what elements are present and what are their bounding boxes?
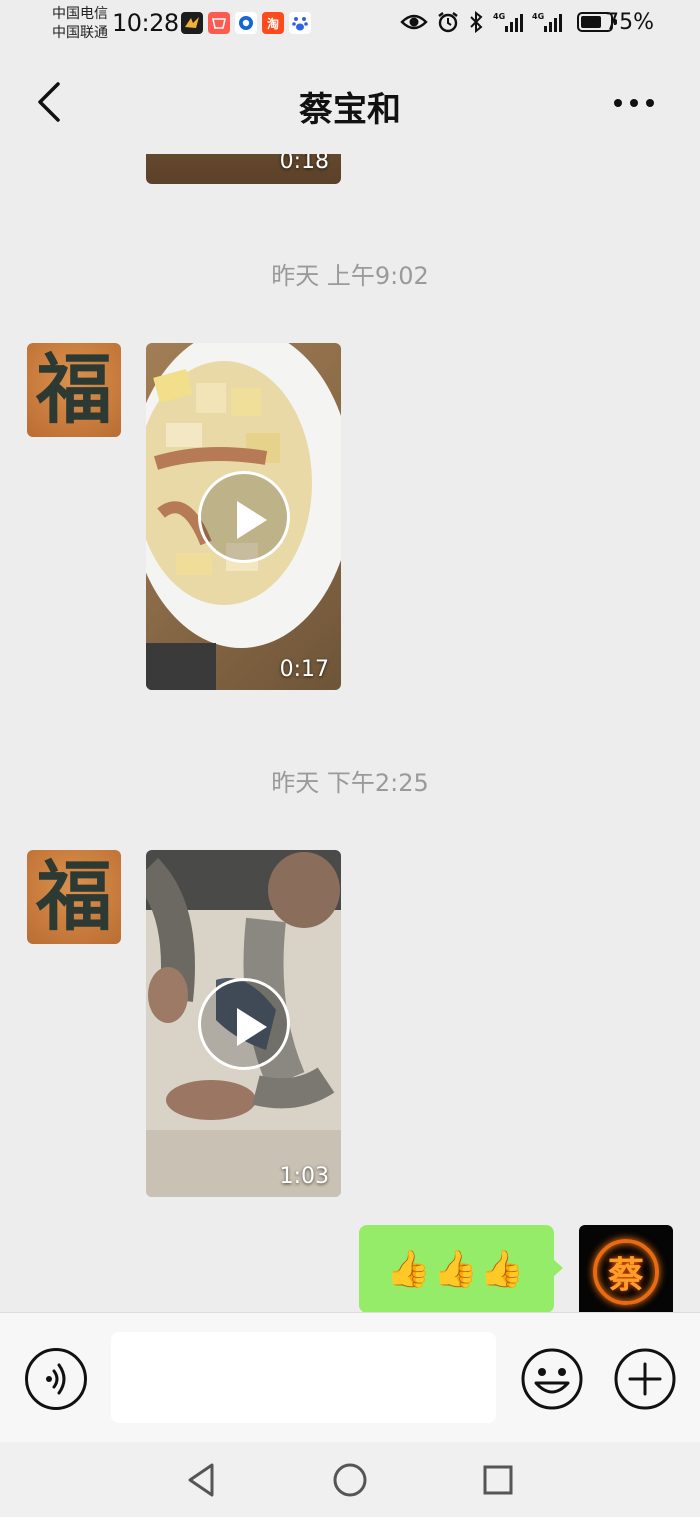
input-bar: [0, 1312, 700, 1442]
message-timestamp: 昨天 上午9:02: [271, 262, 429, 290]
video-message[interactable]: 0:17: [146, 343, 341, 690]
emoji-button[interactable]: [520, 1347, 584, 1411]
emoji-icon: [521, 1348, 583, 1410]
play-icon: [197, 470, 290, 563]
triangle-back-icon: [188, 1463, 214, 1497]
video-duration: 1:03: [279, 1164, 329, 1189]
carrier-names: 中国电信 中国联通: [52, 5, 108, 43]
message-timestamp: 昨天 下午2:25: [271, 769, 429, 797]
avatar-glyph: 蔡: [607, 1254, 644, 1296]
chat-title: 蔡宝和: [299, 90, 401, 130]
network-type-1: 4G: [493, 12, 506, 21]
plus-icon: [614, 1348, 676, 1410]
avatar-glyph: 福: [36, 345, 112, 434]
status-right-icons: 4G 4G: [400, 11, 617, 33]
circle-home-icon: [333, 1463, 367, 1497]
message-input[interactable]: [111, 1332, 496, 1423]
avatar-glyph: 福: [36, 852, 112, 941]
network-type-2: 4G: [532, 12, 545, 21]
message-list[interactable]: 0:18 昨天 上午9:02 福 0:17 昨天 下午2:25 福 1:03 👍…: [0, 154, 700, 1312]
battery-percent: 75%: [605, 10, 654, 35]
signal-icon: 4G: [493, 12, 523, 32]
eye-icon: [400, 14, 428, 30]
baidu-icon: [289, 12, 311, 34]
text-message-sent[interactable]: 👍👍👍: [359, 1225, 563, 1312]
bluetooth-icon: [470, 11, 483, 33]
more-dots-icon: [614, 99, 654, 107]
taobao-icon: 淘: [262, 12, 284, 34]
video-duration: 0:17: [279, 657, 329, 682]
status-time: 10:28: [112, 9, 179, 37]
video-message[interactable]: 1:03: [146, 850, 341, 1197]
signal-icon: 4G: [532, 12, 562, 32]
game-icon: [181, 12, 203, 34]
video-message[interactable]: 0:18: [146, 154, 341, 184]
chat-header: 蔡宝和: [0, 50, 700, 154]
voice-input-button[interactable]: [25, 1348, 87, 1410]
battery-level: [581, 16, 602, 28]
contact-avatar[interactable]: 福: [27, 850, 121, 944]
status-bar: 中国电信 中国联通 10:28 淘 4G 4G 75%: [0, 0, 700, 50]
more-options-button[interactable]: [610, 88, 660, 118]
nav-recents-button[interactable]: [478, 1460, 518, 1500]
voice-icon: [46, 1363, 66, 1395]
carrier-1: 中国电信: [52, 6, 108, 22]
browser-icon: [235, 12, 257, 34]
nav-home-button[interactable]: [330, 1460, 370, 1500]
nav-back-button[interactable]: [182, 1460, 222, 1500]
more-functions-button[interactable]: [613, 1347, 677, 1411]
play-icon: [197, 977, 290, 1070]
notification-icons: 淘: [181, 12, 311, 34]
video-duration: 0:18: [279, 154, 329, 174]
contact-avatar[interactable]: 福: [27, 343, 121, 437]
my-avatar[interactable]: 蔡: [579, 1225, 673, 1312]
system-navigation-bar: [0, 1442, 700, 1517]
carrier-2: 中国联通: [52, 25, 108, 41]
square-recents-icon: [483, 1465, 513, 1495]
aliexpress-icon: [208, 12, 230, 34]
alarm-icon: [438, 12, 458, 33]
message-text: 👍👍👍: [386, 1249, 527, 1290]
